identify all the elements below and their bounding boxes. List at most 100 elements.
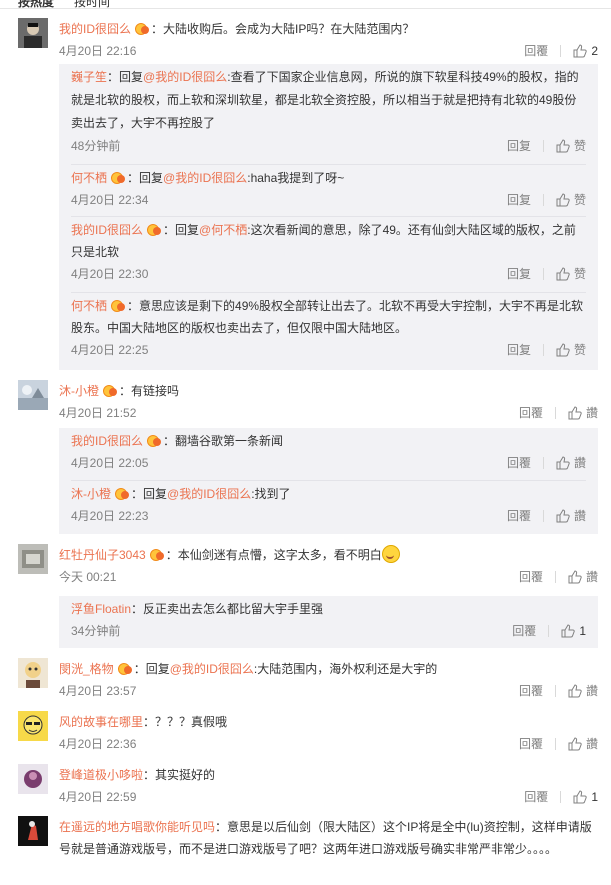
- reply-time: 4月20日 22:25: [71, 343, 149, 357]
- vip-badge-icon: [111, 172, 126, 184]
- username-link[interactable]: 我的ID很囧么: [71, 434, 143, 448]
- mention-link[interactable]: @我的ID很囧么: [143, 70, 227, 84]
- thumbs-up-icon: [568, 570, 582, 584]
- mention-link[interactable]: @我的ID很囧么: [163, 171, 247, 185]
- comment-time: 4月20日 22:59: [59, 790, 137, 804]
- reply-text: :找到了: [251, 487, 291, 501]
- like-button[interactable]: 讚: [556, 680, 598, 702]
- like-button[interactable]: 1: [561, 786, 598, 808]
- comment-time: 4月20日 22:36: [59, 737, 137, 751]
- thumbs-up-icon: [556, 193, 570, 207]
- avatar[interactable]: [18, 380, 48, 410]
- reply-button[interactable]: 回覆: [507, 571, 556, 583]
- comment-text: ？？？真假哦: [155, 715, 228, 729]
- reply-text: 翻墙谷歌第一条新闻: [175, 434, 284, 448]
- username-link[interactable]: 在遥远的地方唱歌你能听见吗: [59, 820, 215, 834]
- avatar[interactable]: [18, 18, 48, 48]
- reply-text: :haha我提到了呀~: [247, 171, 345, 185]
- username-link[interactable]: 我的ID很囧么: [59, 22, 131, 36]
- comment-text: 本仙剑迷有点懵，这字太多，看不明白: [177, 548, 382, 562]
- reply-button[interactable]: 回覆: [507, 738, 556, 750]
- sort-by-hot-tab[interactable]: 按热度: [18, 0, 54, 8]
- like-count: 1: [591, 790, 598, 804]
- thumbs-up-icon: [568, 737, 582, 751]
- username-link[interactable]: 沐-小橙: [59, 384, 99, 398]
- comment-text: 其实挺好的: [155, 768, 216, 782]
- like-button[interactable]: 赞: [544, 339, 586, 361]
- thumbs-up-icon: [568, 406, 582, 420]
- username-link[interactable]: 风的故事在哪里: [59, 715, 143, 729]
- like-button[interactable]: 讚: [556, 402, 598, 424]
- mention-link[interactable]: @我的ID很囧么: [167, 487, 251, 501]
- username-link[interactable]: 巍子笙: [71, 70, 107, 84]
- reply-button[interactable]: 回复: [495, 268, 544, 280]
- avatar[interactable]: [18, 658, 48, 688]
- like-button[interactable]: 讚: [556, 566, 598, 588]
- reply-button[interactable]: 回覆: [512, 45, 562, 57]
- mention-link[interactable]: @我的ID很囧么: [170, 662, 254, 676]
- reply-text: 意思应该是剩下的49%股权全部转让出去了。北软不再受大宇控制，大宇不再是北软股东…: [71, 299, 584, 335]
- reply-time: 4月20日 22:34: [71, 193, 149, 207]
- vip-badge-icon: [147, 224, 162, 236]
- like-button[interactable]: 讚: [544, 505, 586, 527]
- like-button[interactable]: 讚: [556, 733, 598, 755]
- username-link[interactable]: 我的ID很囧么: [71, 223, 143, 237]
- like-button[interactable]: 2: [561, 40, 598, 62]
- thumbs-up-icon: [573, 44, 588, 58]
- avatar[interactable]: [18, 711, 48, 741]
- like-button[interactable]: 讚: [544, 452, 586, 474]
- thumbs-up-icon: [573, 790, 588, 804]
- reply-button[interactable]: 回覆: [507, 407, 556, 419]
- laughing-emoji-icon: [381, 545, 400, 563]
- comment-time: 今天 00:21: [59, 570, 117, 584]
- comment-time: 4月20日 22:16: [59, 44, 137, 58]
- username-link[interactable]: 沐-小橙: [71, 487, 111, 501]
- like-button[interactable]: 赞: [544, 263, 586, 285]
- username-link[interactable]: 浮鱼Floatin: [71, 602, 131, 616]
- thumbs-up-icon: [556, 267, 570, 281]
- reply-list: 巍子笙：回复@我的ID很囧么:查看了下国家企业信息网，所说的旗下软星科技49%的…: [59, 64, 598, 370]
- username-link[interactable]: 何不栖: [71, 171, 107, 185]
- reply-item: 沐-小橙 ：回复@我的ID很囧么:找到了 4月20日 22:23 回覆 讚: [59, 480, 598, 532]
- avatar[interactable]: [18, 816, 48, 846]
- reply-button[interactable]: 回覆: [512, 791, 562, 803]
- avatar[interactable]: [18, 544, 48, 574]
- reply-item: 何不栖 ：意思应该是剩下的49%股权全部转让出去了。北软不再受大宇控制，大宇不再是…: [59, 292, 598, 368]
- username-link[interactable]: 何不栖: [71, 299, 107, 313]
- reply-time: 4月20日 22:30: [71, 267, 149, 281]
- comment-text: :大陆范围内，海外权利还是大宇的: [253, 662, 438, 676]
- username-link[interactable]: 閔洸_格物: [59, 662, 114, 676]
- vip-badge-icon: [149, 549, 164, 561]
- vip-badge-icon: [117, 663, 132, 675]
- reply-button[interactable]: 回覆: [495, 510, 544, 522]
- username-link[interactable]: 登峰道极小哆啦: [59, 768, 143, 782]
- reply-button[interactable]: 回复: [495, 344, 544, 356]
- thumbs-up-icon: [568, 684, 582, 698]
- username-link[interactable]: 红牡丹仙子3043: [59, 548, 146, 562]
- reply-item: 巍子笙：回复@我的ID很囧么:查看了下国家企业信息网，所说的旗下软星科技49%的…: [59, 64, 598, 164]
- reply-button[interactable]: 回覆: [507, 685, 556, 697]
- reply-time: 4月20日 22:05: [71, 456, 149, 470]
- reply-list: 我的ID很囧么 ：翻墙谷歌第一条新闻 4月20日 22:05 回覆 讚 沐-小橙：…: [59, 428, 598, 534]
- like-button[interactable]: 赞: [544, 135, 586, 157]
- vip-badge-icon: [111, 300, 126, 312]
- mention-link[interactable]: @何不栖: [199, 223, 247, 237]
- reply-list: 浮鱼Floatin：反正卖出去怎么都比留大宇手里强 34分钟前 回覆 1: [59, 596, 598, 648]
- vip-badge-icon: [147, 435, 162, 447]
- like-button[interactable]: 1: [549, 620, 586, 642]
- sort-by-time-tab[interactable]: 按时间: [74, 0, 110, 8]
- reply-time: 34分钟前: [71, 624, 121, 638]
- reply-button[interactable]: 回复: [495, 140, 544, 152]
- vip-badge-icon: [103, 385, 117, 397]
- reply-item: 我的ID很囧么 ：翻墙谷歌第一条新闻 4月20日 22:05 回覆 讚: [59, 428, 598, 480]
- thumbs-up-icon: [556, 343, 570, 357]
- comment-text: 有链接吗: [131, 384, 180, 398]
- comment-time: 4月20日 21:52: [59, 406, 137, 420]
- reply-button[interactable]: 回覆: [495, 457, 544, 469]
- reply-button[interactable]: 回复: [495, 194, 544, 206]
- reply-button[interactable]: 回覆: [500, 625, 550, 637]
- avatar[interactable]: [18, 764, 48, 794]
- like-button[interactable]: 赞: [544, 189, 586, 211]
- sort-bar: 按热度 按时间: [0, 0, 611, 9]
- thumbs-up-icon: [561, 624, 576, 638]
